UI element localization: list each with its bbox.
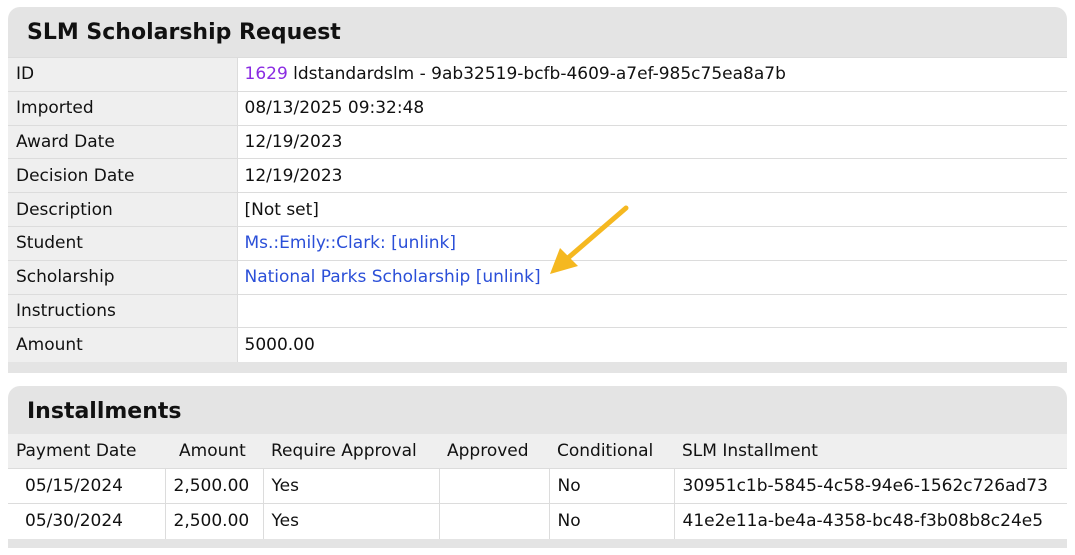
scholarship-request-panel: SLM Scholarship Request ID 1629 ldstanda… bbox=[8, 7, 1067, 373]
cell-approved bbox=[438, 468, 549, 504]
header-require-approval: Require Approval bbox=[263, 434, 439, 469]
value-scholarship: National Parks Scholarship [unlink] bbox=[236, 259, 1067, 295]
row-scholarship: Scholarship National Parks Scholarship [… bbox=[8, 259, 1067, 295]
label-decision-date: Decision Date bbox=[8, 158, 237, 193]
label-amount: Amount bbox=[8, 327, 237, 362]
value-amount: 5000.00 bbox=[236, 327, 1067, 362]
cell-require-approval: Yes bbox=[262, 503, 439, 539]
value-award-date: 12/19/2023 bbox=[236, 124, 1067, 159]
request-details-table: ID 1629 ldstandardslm - 9ab32519-bcfb-46… bbox=[8, 57, 1067, 362]
row-student: Student Ms.:Emily::Clark: [unlink] bbox=[8, 225, 1067, 261]
table-row: 05/30/2024 2,500.00 Yes No 41e2e11a-be4a… bbox=[8, 503, 1067, 539]
id-text: ldstandardslm - 9ab32519-bcfb-4609-a7ef-… bbox=[287, 64, 786, 85]
cell-approved bbox=[438, 503, 549, 539]
student-link[interactable]: Ms.:Emily::Clark: [unlink] bbox=[245, 233, 457, 253]
cell-amount: 2,500.00 bbox=[164, 503, 263, 539]
row-description: Description [Not set] bbox=[8, 192, 1067, 227]
row-instructions: Instructions bbox=[8, 293, 1067, 328]
panel-title: SLM Scholarship Request bbox=[27, 20, 341, 45]
installments-table: Payment Date Amount Require Approval App… bbox=[8, 434, 1067, 539]
cell-conditional: No bbox=[548, 468, 674, 504]
row-id: ID 1629 ldstandardslm - 9ab32519-bcfb-46… bbox=[8, 57, 1067, 92]
scholarship-link[interactable]: National Parks Scholarship [unlink] bbox=[245, 267, 541, 287]
row-decision-date: Decision Date 12/19/2023 bbox=[8, 158, 1067, 193]
value-id: 1629 ldstandardslm - 9ab32519-bcfb-4609-… bbox=[236, 57, 1067, 92]
cell-amount: 2,500.00 bbox=[164, 468, 263, 504]
header-conditional: Conditional bbox=[549, 434, 674, 469]
value-description: [Not set] bbox=[236, 192, 1067, 227]
header-payment-date: Payment Date bbox=[8, 434, 165, 469]
cell-conditional: No bbox=[548, 503, 674, 539]
label-instructions: Instructions bbox=[8, 293, 237, 328]
label-scholarship: Scholarship bbox=[8, 259, 237, 295]
installments-panel: Installments Payment Date Amount Require… bbox=[8, 386, 1067, 548]
label-award-date: Award Date bbox=[8, 124, 237, 159]
value-decision-date: 12/19/2023 bbox=[236, 158, 1067, 193]
cell-payment-date: 05/15/2024 bbox=[8, 468, 165, 504]
table-row: 05/15/2024 2,500.00 Yes No 30951c1b-5845… bbox=[8, 468, 1067, 504]
row-amount: Amount 5000.00 bbox=[8, 327, 1067, 362]
cell-require-approval: Yes bbox=[262, 468, 439, 504]
row-imported: Imported 08/13/2025 09:32:48 bbox=[8, 90, 1067, 126]
id-number: 1629 bbox=[244, 64, 288, 85]
value-instructions bbox=[236, 293, 1067, 328]
cell-slm-installment: 41e2e11a-be4a-4358-bc48-f3b08b8c24e5 bbox=[673, 503, 1067, 539]
cell-slm-installment: 30951c1b-5845-4c58-94e6-1562c726ad73 bbox=[673, 468, 1067, 504]
header-approved: Approved bbox=[439, 434, 549, 469]
label-imported: Imported bbox=[8, 90, 237, 126]
label-id: ID bbox=[8, 57, 237, 92]
installments-title: Installments bbox=[27, 399, 182, 424]
value-imported: 08/13/2025 09:32:48 bbox=[236, 90, 1067, 126]
cell-payment-date: 05/30/2024 bbox=[8, 503, 165, 539]
header-slm-installment: SLM Installment bbox=[674, 434, 1067, 469]
row-award-date: Award Date 12/19/2023 bbox=[8, 124, 1067, 159]
installments-header-row: Payment Date Amount Require Approval App… bbox=[8, 434, 1067, 469]
label-student: Student bbox=[8, 225, 237, 261]
header-amount: Amount bbox=[165, 434, 263, 469]
value-student: Ms.:Emily::Clark: [unlink] bbox=[236, 225, 1067, 261]
label-description: Description bbox=[8, 192, 237, 227]
